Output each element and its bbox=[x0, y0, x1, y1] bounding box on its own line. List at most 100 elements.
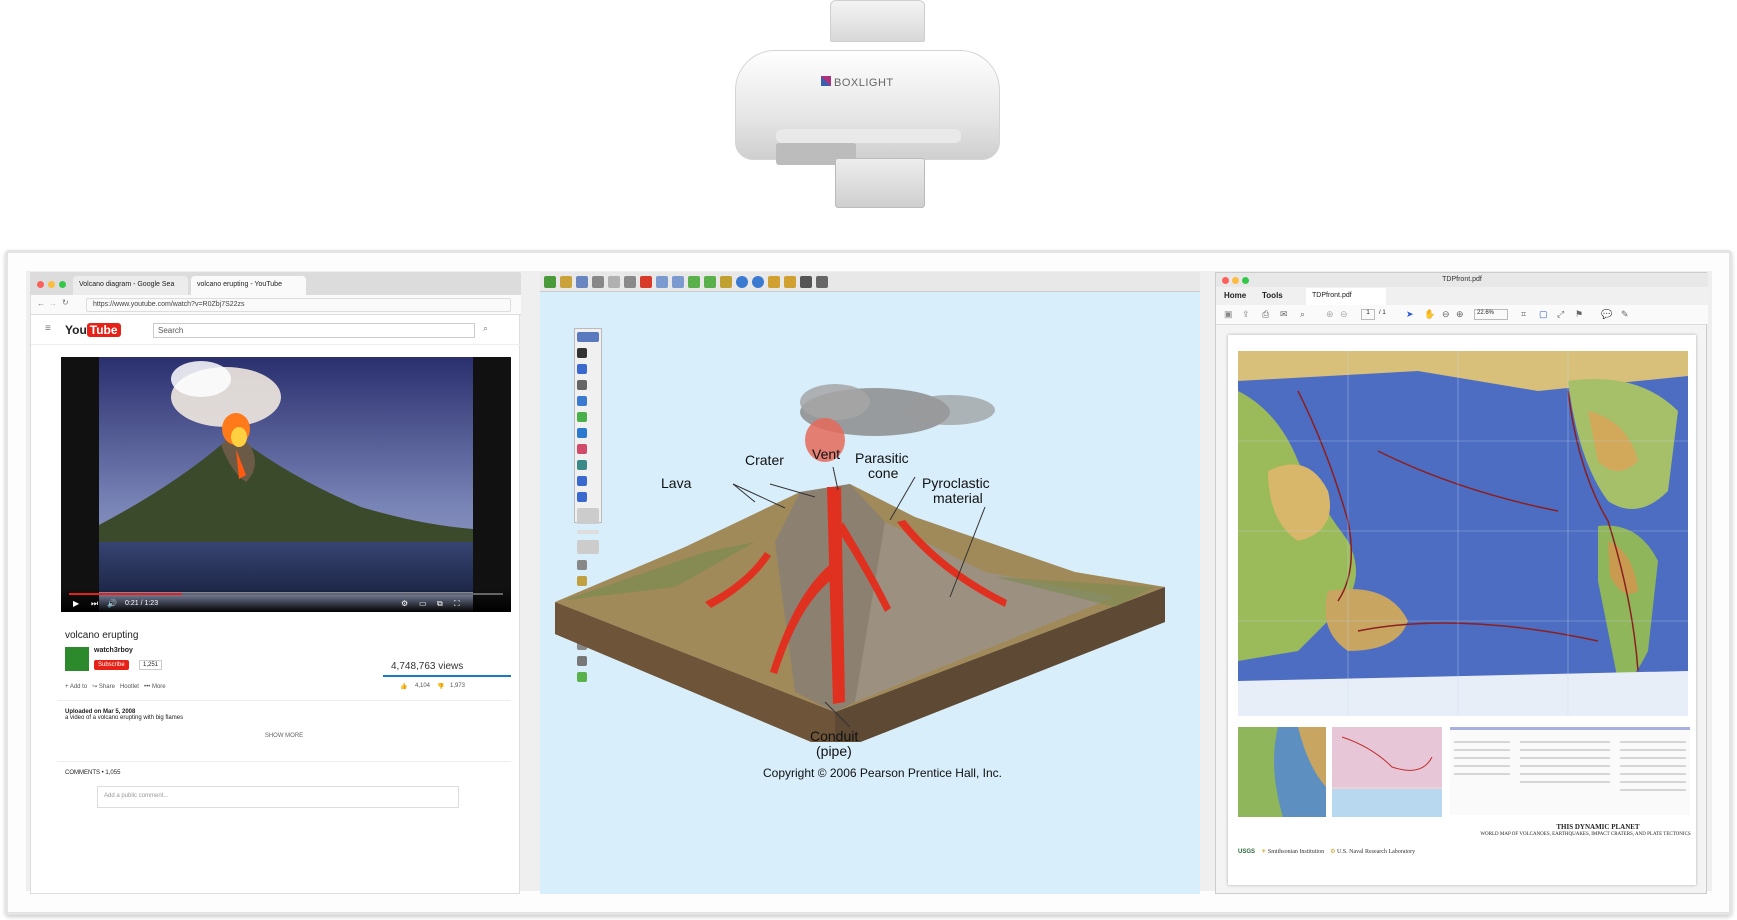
channel-avatar[interactable] bbox=[65, 647, 89, 671]
comment-input[interactable]: Add a public comment... bbox=[97, 786, 459, 808]
poster-text-lines bbox=[1454, 741, 1686, 791]
previous-page-icon[interactable] bbox=[736, 276, 748, 288]
volume-icon[interactable]: 🔊 bbox=[107, 599, 117, 608]
video-progress-bar[interactable] bbox=[69, 593, 503, 595]
url-field[interactable]: https://www.youtube.com/watch?v=R0Zbj7S2… bbox=[86, 298, 511, 312]
volcano-diagram bbox=[555, 384, 1165, 742]
upload-icon[interactable]: ⇪ bbox=[1242, 309, 1250, 320]
label-material: material bbox=[933, 490, 983, 506]
fullscreen-icon[interactable]: ⛶ bbox=[454, 599, 460, 609]
dislike-count: 1,973 bbox=[450, 683, 466, 689]
inset-map-tectonics bbox=[1332, 727, 1442, 817]
video-controls: ▶ ⏭ 🔊 0:21 / 1:23 ⚙ ▭ ⧉ ⛶ bbox=[61, 589, 511, 612]
projector-band bbox=[776, 129, 961, 143]
save-icon[interactable] bbox=[560, 276, 572, 288]
label-pipe: (pipe) bbox=[816, 743, 852, 759]
youtube-logo[interactable]: You Tube bbox=[65, 323, 121, 337]
hand-icon[interactable]: ✋ bbox=[1424, 309, 1435, 320]
show-more-button[interactable]: SHOW MORE bbox=[65, 733, 503, 739]
copy-icon[interactable] bbox=[608, 276, 620, 288]
channel-name[interactable]: watch3rboy bbox=[94, 647, 133, 654]
like-icon[interactable]: 👍 bbox=[400, 683, 407, 690]
zoom-select[interactable]: 22.6% bbox=[1474, 309, 1508, 320]
redo-icon[interactable] bbox=[672, 276, 684, 288]
smithsonian-icon: ☀ bbox=[1261, 849, 1267, 855]
theater-mode-icon[interactable]: ▭ bbox=[419, 599, 427, 608]
menu-icon[interactable]: ≡ bbox=[45, 323, 51, 334]
zoom-out-pdf-icon[interactable]: ⊖ bbox=[1442, 309, 1450, 320]
crop-icon[interactable]: ⌗ bbox=[1521, 309, 1526, 320]
forward-icon[interactable]: → bbox=[49, 299, 57, 308]
youtube-logo-tube: Tube bbox=[86, 323, 121, 337]
video-player[interactable]: ▶ ⏭ 🔊 0:21 / 1:23 ⚙ ▭ ⧉ ⛶ bbox=[61, 357, 511, 612]
screen-icon[interactable] bbox=[816, 276, 828, 288]
fit-page-icon[interactable]: ▢ bbox=[1539, 309, 1548, 320]
label-crater: Crater bbox=[745, 452, 784, 468]
palette-header-icon[interactable] bbox=[577, 332, 599, 342]
video-time: 0:21 / 1:23 bbox=[125, 600, 159, 607]
more-icon[interactable]: ••• bbox=[144, 684, 152, 690]
print-icon[interactable] bbox=[576, 276, 588, 288]
find-icon[interactable]: ⌕ bbox=[1300, 309, 1305, 320]
page-up-icon[interactable]: ⊕ bbox=[1326, 309, 1334, 320]
pdf-window-title: TDPfront.pdf bbox=[1216, 273, 1708, 287]
zoom-in-icon[interactable] bbox=[768, 276, 780, 288]
menu-tools[interactable]: Tools bbox=[1262, 291, 1283, 300]
search-input[interactable]: Search bbox=[153, 323, 475, 338]
pdf-maximize-icon[interactable] bbox=[1242, 277, 1249, 284]
tab-document[interactable]: TDPfront.pdf bbox=[1306, 288, 1386, 305]
printer-icon[interactable]: ⎙ bbox=[1262, 309, 1269, 320]
label-parasitic: Parasitic bbox=[855, 450, 909, 466]
next-icon[interactable]: ⏭ bbox=[91, 599, 98, 609]
menu-home[interactable]: Home bbox=[1224, 291, 1246, 300]
back-icon[interactable]: ← bbox=[37, 299, 45, 308]
search-tool-icon[interactable] bbox=[800, 276, 812, 288]
comment-icon[interactable]: 💬 bbox=[1601, 309, 1612, 320]
inset-map-atlantic-graphic bbox=[1238, 727, 1326, 817]
mail-icon[interactable]: ✉ bbox=[1280, 309, 1288, 320]
more-button[interactable]: More bbox=[152, 684, 166, 690]
cursor-icon[interactable]: ➤ bbox=[1406, 309, 1414, 320]
save-file-icon[interactable]: ▣ bbox=[1224, 309, 1233, 320]
description-text: a video of a volcano erupting with big f… bbox=[65, 715, 184, 721]
dislike-icon[interactable]: 👎 bbox=[437, 683, 444, 690]
zoom-in-pdf-icon[interactable]: ⊕ bbox=[1456, 309, 1464, 320]
maximize-window-icon[interactable] bbox=[59, 281, 66, 288]
home-icon[interactable] bbox=[544, 276, 556, 288]
select-icon[interactable] bbox=[577, 348, 587, 358]
search-icon[interactable]: ⌕ bbox=[483, 323, 488, 334]
share-icon[interactable]: ↪ bbox=[92, 684, 99, 690]
pdf-minimize-icon[interactable] bbox=[1232, 277, 1239, 284]
page-number-input[interactable]: 1 bbox=[1361, 309, 1375, 320]
stamp-icon[interactable]: ⚑ bbox=[1575, 309, 1583, 320]
minimize-window-icon[interactable] bbox=[48, 281, 55, 288]
close-window-icon[interactable] bbox=[37, 281, 44, 288]
zoom-out-icon[interactable] bbox=[784, 276, 796, 288]
pdf-toolbar: ▣ ⇪ ⎙ ✉ ⌕ ⊕ ⊖ 1 / 1 ➤ ✋ ⊖ ⊕ 22.6% ⌗ ▢ ⤢ … bbox=[1216, 305, 1708, 325]
delete-icon[interactable] bbox=[640, 276, 652, 288]
next-page-icon[interactable] bbox=[752, 276, 764, 288]
share-button[interactable]: Share bbox=[99, 684, 115, 690]
page-down-icon[interactable]: ⊖ bbox=[1340, 309, 1348, 320]
paste-icon[interactable] bbox=[624, 276, 636, 288]
pdf-close-icon[interactable] bbox=[1222, 277, 1229, 284]
add-page-icon[interactable] bbox=[688, 276, 700, 288]
video-title: volcano erupting bbox=[65, 630, 139, 641]
play-icon[interactable]: ▶ bbox=[73, 599, 79, 608]
pencil-icon[interactable]: ✎ bbox=[1621, 309, 1629, 320]
insert-page-icon[interactable] bbox=[704, 276, 716, 288]
hootlet-button[interactable]: Hootlet bbox=[120, 684, 139, 690]
cut-icon[interactable] bbox=[592, 276, 604, 288]
full-screen-pdf-icon[interactable]: ⤢ bbox=[1557, 309, 1564, 320]
gallery-icon[interactable] bbox=[720, 276, 732, 288]
reload-icon[interactable]: ↻ bbox=[62, 298, 69, 307]
settings-icon[interactable]: ⚙ bbox=[401, 599, 408, 608]
tab-google-search[interactable]: Volcano diagram - Google Sea bbox=[73, 276, 188, 295]
pdf-page[interactable]: THIS DYNAMIC PLANET WORLD MAP OF VOLCANO… bbox=[1228, 335, 1696, 885]
add-to-button[interactable]: Add to bbox=[70, 684, 87, 690]
undo-icon[interactable] bbox=[656, 276, 668, 288]
label-pyroclastic: Pyroclastic bbox=[922, 475, 990, 491]
tab-youtube[interactable]: volcano erupting - YouTube bbox=[191, 276, 306, 295]
cast-icon[interactable]: ⧉ bbox=[437, 599, 443, 609]
subscribe-button[interactable]: Subscribe bbox=[94, 660, 129, 670]
